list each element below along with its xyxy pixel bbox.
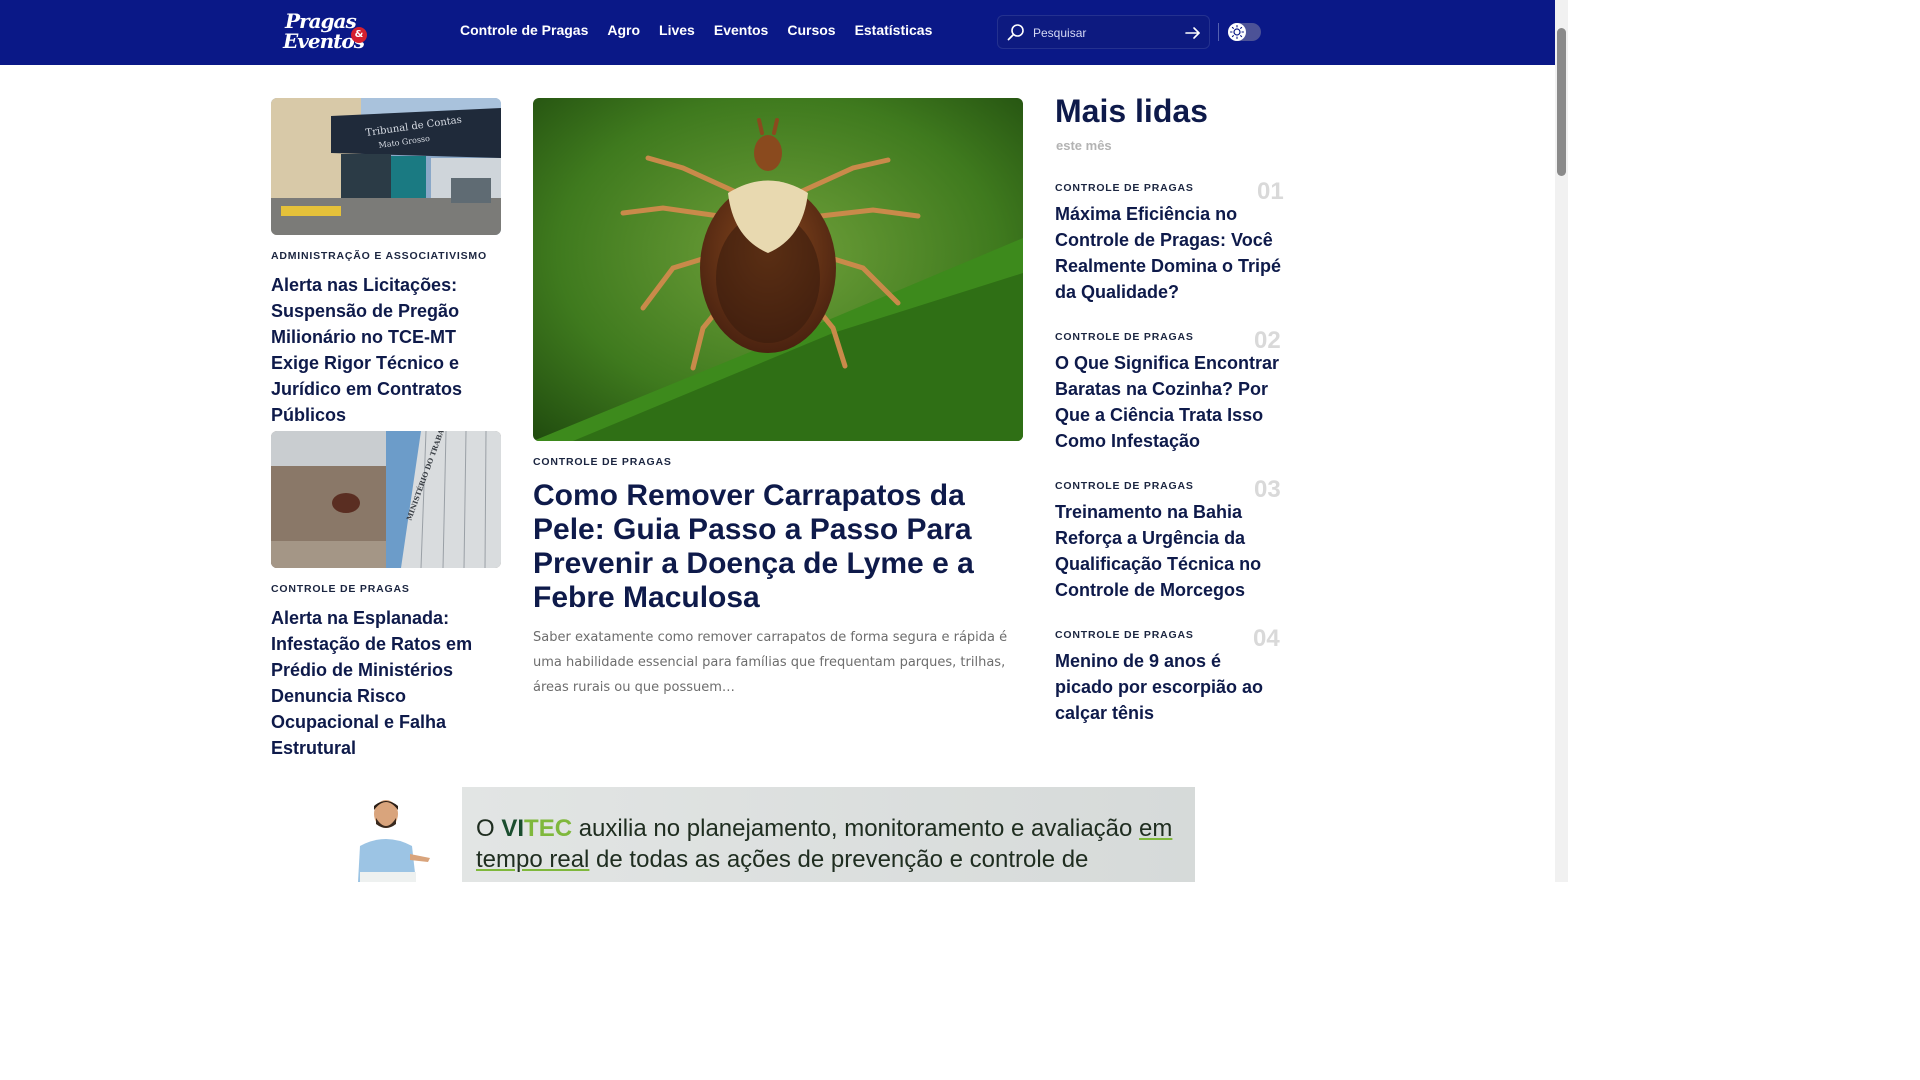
search-box bbox=[997, 15, 1210, 49]
most-read-subheading: este mês bbox=[1056, 138, 1112, 153]
site-logo[interactable]: Pragas Eventos & bbox=[283, 10, 373, 56]
article-title[interactable]: Alerta na Esplanada: Infestação de Ratos… bbox=[271, 605, 506, 761]
nav-item-cursos[interactable]: Cursos bbox=[787, 22, 835, 38]
ministry-building-image: MINISTÉRIO DO TRABALHO bbox=[271, 431, 501, 568]
banner-text-part: de todas as ações de prevenção e control… bbox=[589, 846, 1089, 873]
most-read-title[interactable]: Treinamento na Bahia Reforça a Urgência … bbox=[1055, 499, 1283, 603]
scrollbar-thumb[interactable] bbox=[1557, 28, 1566, 176]
header-divider bbox=[1218, 23, 1219, 41]
most-read-category[interactable]: Controle de Pragas bbox=[1055, 182, 1194, 194]
main-nav: Controle de Pragas Agro Lives Eventos Cu… bbox=[460, 22, 951, 38]
most-read-category[interactable]: Controle de Pragas bbox=[1055, 629, 1194, 641]
most-read-category[interactable]: Controle de Pragas bbox=[1055, 331, 1194, 343]
featured-title[interactable]: Como Remover Carrapatos da Pele: Guia Pa… bbox=[533, 479, 1013, 615]
banner-person-image bbox=[350, 796, 434, 882]
arrow-right-icon[interactable] bbox=[1184, 24, 1202, 42]
most-read-title[interactable]: Máxima Eficiência no Controle de Pragas:… bbox=[1055, 201, 1283, 305]
banner-text-part: auxilia no planejamento, monitoramento e… bbox=[572, 815, 1140, 842]
article-title[interactable]: Alerta nas Licitações: Suspensão de Preg… bbox=[271, 272, 506, 428]
article-thumbnail-tce[interactable]: Tribunal de Contas Mato Grosso bbox=[271, 98, 501, 235]
most-read-title[interactable]: O Que Significa Encontrar Baratas na Coz… bbox=[1055, 350, 1283, 454]
most-read-heading: Mais lidas bbox=[1055, 93, 1208, 129]
banner-text-part: O bbox=[476, 815, 502, 842]
nav-item-estatisticas[interactable]: Estatísticas bbox=[855, 22, 933, 38]
search-icon[interactable] bbox=[1007, 23, 1025, 41]
tick-photo bbox=[533, 98, 1023, 441]
article-category[interactable]: Administração e Associativismo bbox=[271, 250, 487, 262]
nav-item-eventos[interactable]: Eventos bbox=[714, 22, 768, 38]
banner-brand-part2: TEC bbox=[524, 815, 573, 842]
nav-item-controle-de-pragas[interactable]: Controle de Pragas bbox=[460, 22, 588, 38]
nav-item-agro[interactable]: Agro bbox=[607, 22, 640, 38]
building-image: Tribunal de Contas Mato Grosso bbox=[271, 98, 501, 235]
logo-ampersand: & bbox=[351, 27, 367, 43]
logo-text-line1: Pragas bbox=[285, 9, 357, 33]
article-category[interactable]: Controle de Pragas bbox=[271, 583, 410, 595]
featured-category[interactable]: Controle de Pragas bbox=[533, 456, 672, 468]
banner-brand-part1: VI bbox=[501, 815, 525, 842]
most-read-title[interactable]: Menino de 9 anos é picado por escorpião … bbox=[1055, 648, 1283, 726]
featured-excerpt: Saber exatamente como remover carrapatos… bbox=[533, 630, 1008, 695]
most-read-category[interactable]: Controle de Pragas bbox=[1055, 480, 1194, 492]
banner-text: O VITEC auxilia no planejamento, monitor… bbox=[476, 813, 1186, 875]
sun-icon bbox=[1229, 24, 1245, 40]
theme-toggle[interactable] bbox=[1228, 23, 1261, 41]
article-thumbnail-esplanada[interactable]: MINISTÉRIO DO TRABALHO bbox=[271, 431, 501, 568]
search-input[interactable] bbox=[1033, 24, 1173, 42]
featured-image-tick[interactable] bbox=[533, 98, 1023, 441]
theme-toggle-knob bbox=[1228, 23, 1246, 41]
vitec-ad-banner[interactable]: O VITEC auxilia no planejamento, monitor… bbox=[462, 787, 1195, 882]
nav-item-lives[interactable]: Lives bbox=[659, 22, 695, 38]
site-header: Pragas Eventos & Controle de Pragas Agro… bbox=[0, 0, 1555, 65]
